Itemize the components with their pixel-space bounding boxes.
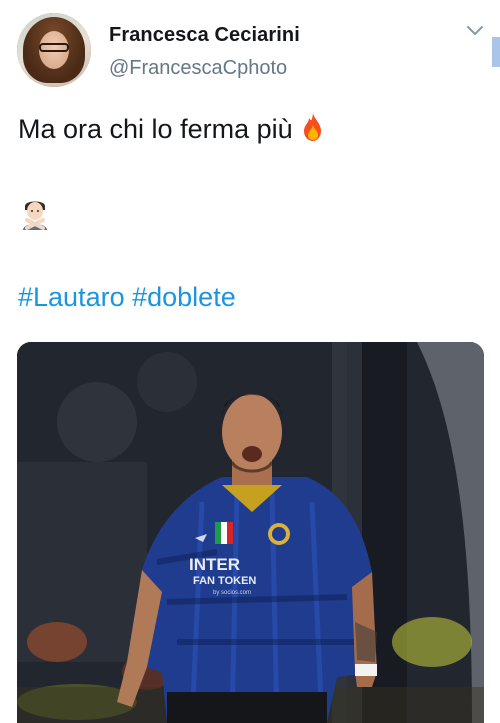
hashtag-link[interactable]: #doblete [132,282,236,312]
avatar-glasses [39,43,69,52]
avatar[interactable] [17,13,91,87]
chevron-down-icon[interactable] [466,24,484,38]
tweet-text: Ma ora chi lo ferma più [18,112,325,145]
jersey-sponsor-small: by socios.com [213,590,251,596]
person-gesturing-no-icon [23,201,47,230]
fire-icon [303,113,321,141]
tweet-photo[interactable]: INTER FAN TOKEN by socios.com [17,342,484,723]
scrollbar-thumb[interactable] [492,37,500,67]
jersey-sponsor-subtext: FAN TOKEN [193,575,256,587]
jersey-sponsor: INTER FAN TOKEN by socios.com [189,555,256,596]
hashtag-link[interactable]: #Lautaro [18,282,125,312]
tweet-text-line: Ma ora chi lo ferma più [18,114,293,144]
display-name[interactable]: Francesca Ceciarini [109,24,300,47]
jersey-sponsor-text: INTER [189,555,240,574]
hashtag-line: #Lautaro #doblete [18,282,236,313]
user-handle[interactable]: @FrancescaCphoto [109,57,287,80]
